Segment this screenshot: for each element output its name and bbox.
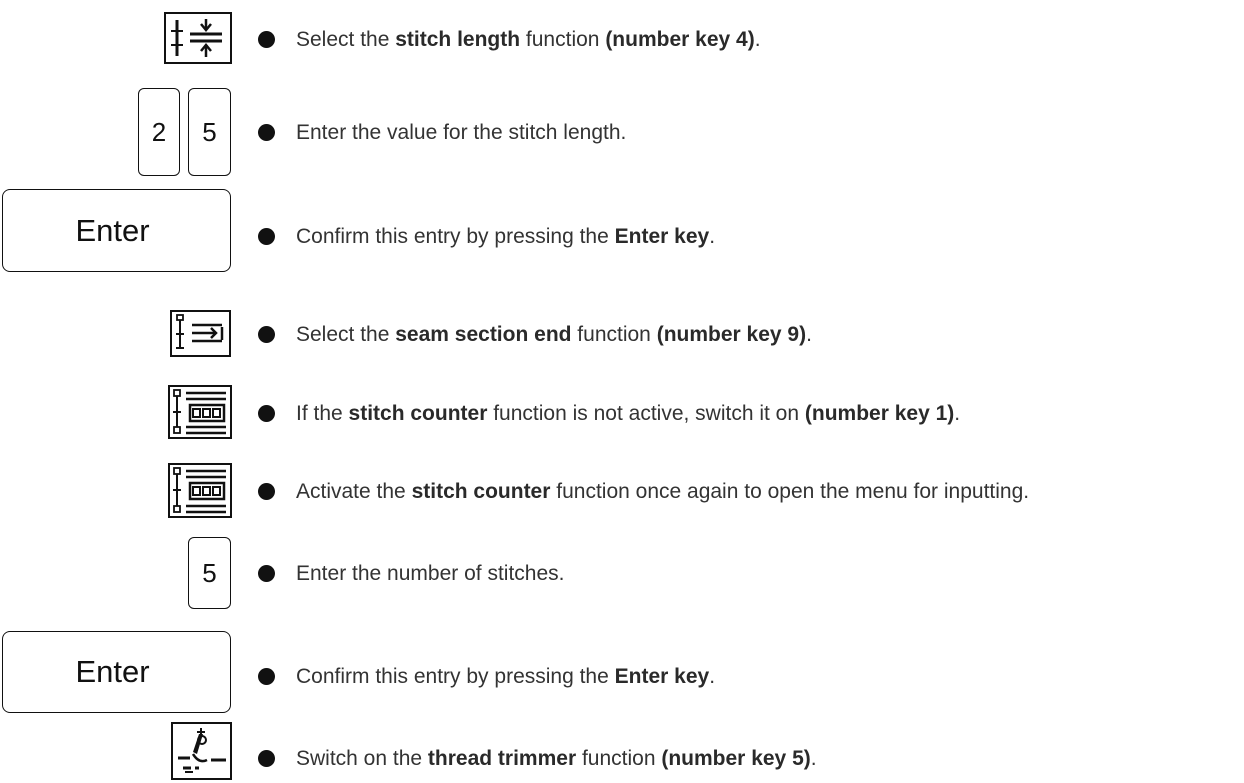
stitch-length-icon[interactable] (164, 12, 232, 64)
stitch-length-glyph (171, 19, 222, 57)
bullet (258, 326, 275, 343)
step-3-text: Confirm this entry by pressing the Enter… (296, 225, 716, 248)
bullet (258, 124, 275, 141)
thread-trimmer-glyph (178, 728, 226, 773)
seam-section-end-glyph (176, 314, 224, 349)
bullet (258, 31, 275, 48)
seam-section-end-icon[interactable] (170, 310, 231, 357)
bullet (258, 483, 275, 500)
step-1-text: Select the stitch length function (numbe… (296, 28, 761, 51)
number-key-5[interactable]: 5 (188, 88, 231, 176)
step-8-text: Confirm this entry by pressing the Enter… (296, 665, 716, 688)
step-9-text: Switch on the thread trimmer function (n… (296, 747, 817, 770)
step-5-text: If the stitch counter function is not ac… (296, 402, 961, 425)
bullet (258, 405, 275, 422)
step-6-text: Activate the stitch counter function onc… (296, 480, 1030, 503)
bullet (258, 750, 275, 767)
number-key-2[interactable]: 2 (138, 88, 180, 176)
step-7-text: Enter the number of stitches. (296, 562, 565, 585)
bullet (258, 668, 275, 685)
stitch-counter-glyph (173, 467, 226, 514)
step-4-text: Select the seam section end function (nu… (296, 323, 812, 346)
number-key-5[interactable]: 5 (188, 537, 231, 609)
thread-trimmer-icon[interactable] (171, 722, 232, 780)
step-2-text: Enter the value for the stitch length. (296, 121, 627, 144)
bullet (258, 565, 275, 582)
stitch-counter-glyph (173, 389, 226, 435)
stitch-counter-icon[interactable] (168, 463, 232, 518)
enter-key[interactable]: Enter (2, 189, 231, 272)
bullet (258, 228, 275, 245)
enter-key[interactable]: Enter (2, 631, 231, 713)
stitch-counter-icon[interactable] (168, 385, 232, 439)
